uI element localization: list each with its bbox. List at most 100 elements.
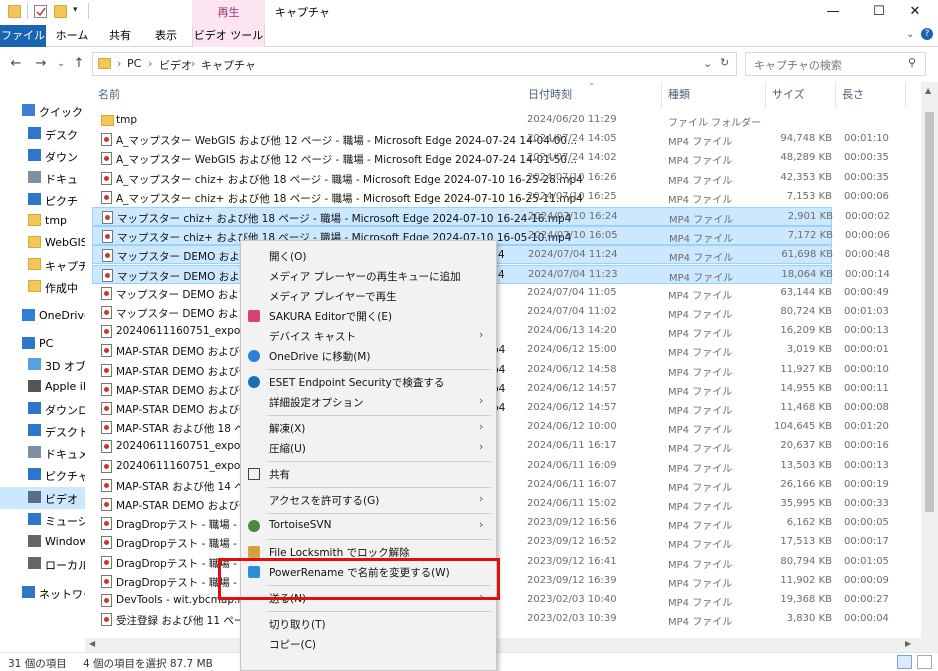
menu-item[interactable]: 圧縮(U) › [241, 438, 496, 458]
nav-item[interactable]: ピクチ [0, 189, 85, 211]
close-button[interactable]: ✕ [892, 0, 938, 25]
menu-item[interactable]: アクセスを許可する(G) › [241, 490, 496, 510]
nav-item[interactable]: デスクトッ [0, 420, 85, 442]
nav-item[interactable]: ピクチャ [0, 464, 85, 486]
nav-item[interactable]: ダウン [0, 145, 85, 167]
nav-item[interactable]: クイック ア [0, 100, 85, 122]
file-name: マップスター DEMO および他 [116, 308, 260, 320]
tab-video-tools[interactable]: ビデオ ツール [192, 25, 265, 47]
nav-item[interactable]: デスク [0, 123, 85, 145]
menu-item[interactable]: ESET Endpoint Securityで検査する [241, 372, 496, 392]
menu-item[interactable]: SAKURA Editorで開く(E) [241, 306, 496, 326]
nav-item[interactable]: ドキュ [0, 167, 85, 189]
nav-item-label: ネットワー [39, 588, 85, 601]
scroll-right-icon[interactable]: ▶ [905, 639, 911, 648]
file-length: 00:00:04 [844, 613, 889, 625]
menu-item[interactable]: メディア プレーヤーの再生キューに追加 [241, 266, 496, 286]
file-length: 00:00:27 [844, 594, 889, 605]
scroll-up-icon[interactable]: ▲ [925, 86, 931, 95]
menu-item[interactable]: TortoiseSVN › [241, 516, 496, 536]
properties-icon[interactable] [34, 5, 47, 18]
file-length: 00:01:10 [844, 133, 889, 145]
menu-item[interactable]: OneDrive に移動(M) [241, 346, 496, 366]
nav-item[interactable]: tmp [0, 210, 85, 232]
refresh-icon[interactable]: ↻ [720, 56, 729, 69]
menu-item[interactable]: コピー(C) [241, 634, 496, 654]
tab-home[interactable]: ホーム [52, 25, 92, 47]
file-row[interactable]: マップスター chiz+ および他 18 ページ - 職場 - Microsof… [92, 207, 890, 226]
nav-item[interactable]: WebGIS [0, 232, 85, 254]
video-file-icon [101, 152, 112, 166]
file-length: 00:00:11 [844, 382, 889, 394]
nav-item-label: ドキュ [45, 173, 78, 186]
horizontal-scrollbar[interactable]: ◀ ▶ [85, 638, 921, 652]
nav-item[interactable]: ネットワー [0, 582, 85, 604]
nav-item[interactable]: ドキュメン [0, 442, 85, 464]
expand-ribbon-icon[interactable]: ⌄ [906, 29, 914, 40]
recent-dropdown-icon[interactable]: ⌄ [52, 55, 70, 73]
file-name-tail: 4 [498, 249, 505, 262]
menu-item[interactable]: 解凍(X) › [241, 418, 496, 438]
vertical-scrollbar[interactable]: ▲ [921, 82, 938, 652]
quick-access-dropdown-icon[interactable]: ▾ [73, 5, 78, 15]
help-icon[interactable]: ? [921, 28, 933, 40]
menu-item[interactable]: 開く(O) [241, 246, 496, 266]
nav-item[interactable]: Apple il [0, 376, 85, 398]
menu-item[interactable]: 切り取り(T) [241, 614, 496, 634]
nav-item[interactable]: キャプチャ [0, 254, 85, 276]
tab-share[interactable]: 共有 [100, 25, 140, 47]
vertical-scroll-thumb[interactable] [925, 112, 934, 512]
menu-separator [267, 539, 491, 540]
nav-item[interactable]: ローカル [0, 553, 85, 575]
column-date[interactable]: 日付時刻 [522, 82, 662, 108]
nav-item[interactable]: ダウンロー [0, 398, 85, 420]
column-size[interactable]: サイズ [766, 82, 836, 108]
search-icon[interactable]: ⚲ [908, 56, 916, 69]
file-row[interactable]: tmp 2024/06/20 11:29 ファイル フォルダー [92, 111, 832, 130]
menu-item[interactable]: 詳細設定オプション › [241, 392, 496, 412]
nav-item[interactable]: ビデオ [0, 487, 85, 509]
nav-item[interactable]: PC [0, 333, 85, 355]
nav-item[interactable]: OneDrive [0, 305, 85, 327]
address-dropdown-icon[interactable]: ⌄ [703, 57, 712, 70]
nav-item[interactable]: Window [0, 531, 85, 553]
large-icons-view-icon[interactable] [917, 655, 932, 669]
nav-item[interactable]: 3D オブジ [0, 354, 85, 376]
nav-item[interactable]: ミュージッ [0, 509, 85, 531]
menu-item-label: ESET Endpoint Securityで検査する [269, 377, 445, 389]
video-file-icon [101, 382, 112, 396]
video-file-icon [101, 133, 112, 147]
breadcrumb-pc[interactable]: PC [127, 57, 141, 70]
address-bar[interactable]: › PC › ビデオ › キャプチャ ⌄ ↻ [92, 52, 737, 76]
forward-button[interactable]: → [32, 55, 50, 73]
nav-item[interactable]: 作成中 [0, 276, 85, 298]
file-size: 61,698 KB [781, 249, 833, 261]
file-row[interactable]: A_マップスター WebGIS および他 12 ページ - 職場 - Micro… [92, 149, 889, 168]
menu-item-label: OneDrive に移動(M) [269, 351, 371, 363]
breadcrumb-capture[interactable]: キャプチャ [201, 57, 256, 73]
up-button[interactable]: ↑ [70, 55, 88, 73]
back-button[interactable]: ← [7, 55, 25, 73]
file-name: マップスター DEMO および他 [116, 288, 260, 301]
breadcrumb-video[interactable]: ビデオ [159, 57, 192, 73]
video-file-icon [102, 268, 113, 282]
menu-item-label: 切り取り(T) [269, 619, 326, 631]
scroll-left-icon[interactable]: ◀ [89, 639, 95, 648]
tab-file[interactable]: ファイル [0, 25, 46, 47]
file-row[interactable]: A_マップスター chiz+ および他 18 ページ - 職場 - Micros… [92, 169, 889, 188]
new-folder-icon[interactable] [54, 5, 67, 18]
file-row[interactable]: A_マップスター WebGIS および他 12 ページ - 職場 - Micro… [92, 130, 889, 149]
column-type[interactable]: 種類 [662, 82, 766, 108]
details-view-icon[interactable] [897, 655, 912, 669]
contextual-tab-play[interactable]: 再生 [192, 0, 265, 25]
minimize-button[interactable]: — [810, 0, 856, 25]
tab-view[interactable]: 表示 [146, 25, 186, 47]
column-name[interactable]: 名前 [92, 82, 522, 108]
file-row[interactable]: A_マップスター chiz+ および他 18 ページ - 職場 - Micros… [92, 188, 889, 207]
menu-item[interactable]: 共有 [241, 464, 496, 484]
search-input[interactable]: キャプチャの検索 [754, 57, 842, 73]
column-length[interactable]: 長さ [836, 82, 906, 108]
search-box[interactable]: キャプチャの検索 ⚲ [745, 52, 926, 76]
menu-item[interactable]: メディア プレイヤーで再生 [241, 286, 496, 306]
menu-item[interactable]: デバイス キャスト › [241, 326, 496, 346]
